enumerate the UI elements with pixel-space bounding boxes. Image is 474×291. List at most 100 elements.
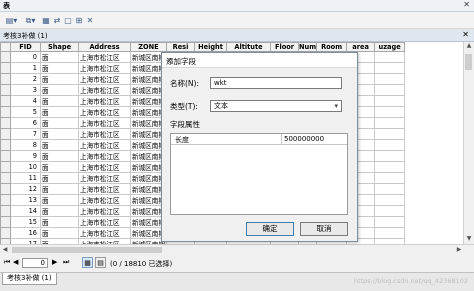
window-titlebar: 表 ✕ xyxy=(0,0,474,12)
horizontal-scrollbar[interactable]: ◀ ▶ xyxy=(0,244,474,255)
table-cell: 16 xyxy=(10,227,41,239)
cancel-button[interactable]: 取消 xyxy=(300,222,348,236)
table-cell: 上海市松江区 xyxy=(78,150,131,162)
table-cell: 上海市松江区 xyxy=(78,106,131,118)
table-cell xyxy=(374,73,406,85)
table-cell: 上海市松江区 xyxy=(78,216,131,228)
table-cell: 13 xyxy=(10,194,41,206)
table-cell: 面 xyxy=(40,205,79,217)
row-selector[interactable] xyxy=(0,84,11,96)
row-selector[interactable] xyxy=(0,205,11,217)
column-header[interactable]: Altitute xyxy=(226,42,271,52)
column-header[interactable]: FID xyxy=(10,42,41,52)
last-record-icon[interactable]: ⏭ xyxy=(63,258,69,267)
table-cell xyxy=(374,62,406,74)
related-tables-icon[interactable]: ⧉▾ xyxy=(22,14,39,27)
table-cell: 面 xyxy=(40,194,79,206)
column-header[interactable]: Height xyxy=(194,42,227,52)
table-cell: 7 xyxy=(10,128,41,140)
table-cell: 面 xyxy=(40,216,79,228)
table-tab-label[interactable]: 考核3补做 (1) xyxy=(3,31,48,41)
scroll-down-icon[interactable]: ▼ xyxy=(464,235,474,244)
table-cell: 14 xyxy=(10,205,41,217)
row-selector[interactable] xyxy=(0,117,11,129)
table-cell: 面 xyxy=(40,161,79,173)
field-name-input[interactable]: wkt xyxy=(210,77,342,89)
row-selector[interactable] xyxy=(0,128,11,140)
row-selector[interactable] xyxy=(0,161,11,173)
table-cell xyxy=(374,95,406,107)
row-selector[interactable] xyxy=(0,183,11,195)
column-header[interactable]: Floor xyxy=(270,42,299,52)
window-title: 表 xyxy=(3,2,10,10)
ok-button[interactable]: 确定 xyxy=(246,222,294,236)
column-header[interactable]: area xyxy=(346,42,376,52)
property-value[interactable]: 500000000 xyxy=(284,135,324,143)
table-cell: 9 xyxy=(10,150,41,162)
show-all-records-icon[interactable]: ▦ xyxy=(82,257,93,268)
column-header[interactable]: Address xyxy=(78,42,131,52)
table-cell: 上海市松江区 xyxy=(78,205,131,217)
row-selector[interactable] xyxy=(0,62,11,74)
scroll-up-icon[interactable]: ▲ xyxy=(464,42,474,51)
row-selector[interactable] xyxy=(0,51,11,63)
dialog-close-icon[interactable]: ✕ xyxy=(166,56,353,65)
row-selector[interactable] xyxy=(0,172,11,184)
column-header[interactable]: Num xyxy=(297,42,318,52)
row-selector[interactable] xyxy=(0,73,11,85)
vertical-scrollbar[interactable]: ▲ ▼ xyxy=(463,42,474,244)
table-cell: 面 xyxy=(40,172,79,184)
row-selector[interactable] xyxy=(0,150,11,162)
field-type-value: 文本 xyxy=(214,102,228,110)
horizontal-scroll-thumb[interactable] xyxy=(12,247,162,253)
table-cell xyxy=(374,205,406,217)
table-cell xyxy=(374,139,406,151)
tab-close-icon[interactable]: ✕ xyxy=(462,30,469,39)
row-selector[interactable] xyxy=(0,227,11,239)
next-record-icon[interactable]: ▶ xyxy=(52,258,57,266)
column-header[interactable]: ZONE xyxy=(130,42,167,52)
table-cell: 1 xyxy=(10,62,41,74)
table-cell: 11 xyxy=(10,172,41,184)
table-cell: 10 xyxy=(10,161,41,173)
column-header[interactable]: Shape xyxy=(40,42,79,52)
table-cell xyxy=(374,227,406,239)
table-cell: 面 xyxy=(40,150,79,162)
row-selector[interactable] xyxy=(0,139,11,151)
window-close-icon[interactable]: ✕ xyxy=(463,0,470,9)
name-label: 名称(N): xyxy=(170,79,199,88)
row-selector[interactable] xyxy=(0,194,11,206)
row-selector[interactable] xyxy=(0,95,11,107)
row-selector-header[interactable] xyxy=(0,42,11,52)
table-options-icon[interactable]: ▤▾ xyxy=(3,14,20,27)
property-row-length[interactable]: 长度 500000000 xyxy=(171,134,347,145)
show-selected-records-icon[interactable]: ▤ xyxy=(95,257,106,268)
table-cell xyxy=(374,117,406,129)
watermark: https://blog.csdn.net/qq_42368102 xyxy=(353,277,468,285)
table-toolbar: ▤▾ ⧉▾ ▦ ⇄ ▢ ⊞ ✕ xyxy=(0,12,474,29)
type-label: 类型(T): xyxy=(170,102,198,111)
table-cell: 6 xyxy=(10,117,41,129)
scroll-right-icon[interactable]: ▶ xyxy=(454,245,464,255)
previous-record-icon[interactable]: ◀ xyxy=(13,258,18,266)
row-selector[interactable] xyxy=(0,106,11,118)
field-type-select[interactable]: 文本 ▾ xyxy=(210,100,342,112)
scroll-left-icon[interactable]: ◀ xyxy=(0,245,10,255)
table-cell xyxy=(374,183,406,195)
row-selector[interactable] xyxy=(0,216,11,228)
table-cell: 面 xyxy=(40,62,79,74)
vertical-scroll-thumb[interactable] xyxy=(465,54,472,70)
first-record-icon[interactable]: ⏮ xyxy=(4,258,10,267)
table-cell: 0 xyxy=(10,51,41,63)
table-cell: 面 xyxy=(40,73,79,85)
current-record-field[interactable]: 0 xyxy=(22,258,48,268)
table-cell xyxy=(374,150,406,162)
table-cell: 8 xyxy=(10,139,41,151)
table-cell: 上海市松江区 xyxy=(78,139,131,151)
delete-selected-icon[interactable]: ✕ xyxy=(84,14,96,27)
column-header[interactable]: Resi xyxy=(166,42,195,52)
column-header[interactable]: uzage xyxy=(374,42,406,52)
column-header[interactable]: Room xyxy=(316,42,348,52)
table-cell: 上海市松江区 xyxy=(78,73,131,85)
bottom-table-tab[interactable]: 考核3补做 (1) xyxy=(2,273,57,285)
